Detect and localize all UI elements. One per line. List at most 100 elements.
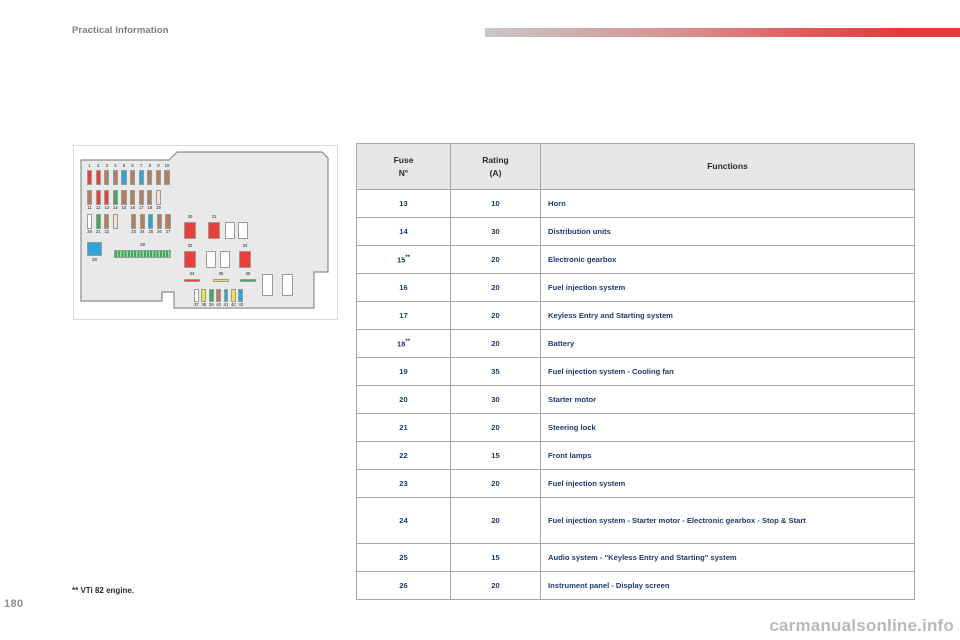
relay-36 (240, 279, 256, 283)
column-header-rating-line1: Rating (482, 155, 509, 166)
fuse-slot-42 (231, 289, 236, 302)
cell-functions: Electronic gearbox (540, 245, 915, 274)
relay-label-31: 31 (211, 214, 217, 219)
cell-functions: Front lamps (540, 441, 915, 470)
cell-fuse-number: 17 (356, 301, 451, 330)
page-number: 180 (4, 598, 24, 610)
cell-functions: Distribution units (540, 217, 915, 246)
cell-rating: 20 (450, 413, 541, 442)
fuse-slot-6 (130, 170, 136, 185)
cell-fuse-number: 24 (356, 497, 451, 544)
relay-34 (184, 279, 200, 283)
cell-functions: Instrument panel - Display screen (540, 571, 915, 600)
relay-slot-empty-3 (206, 251, 216, 268)
relay-29 (114, 250, 171, 258)
fuse-slot-5 (121, 170, 127, 185)
table-row: 17 20 Keyless Entry and Starting system (356, 301, 915, 330)
column-header-functions: Functions (540, 143, 915, 190)
cell-rating: 10 (450, 189, 541, 218)
fuse-slot-19 (155, 190, 161, 205)
cell-fuse-number: 16 (356, 273, 451, 302)
cell-rating: 35 (450, 357, 541, 386)
fuse-slot-2 (95, 170, 101, 185)
fuse-slot-27 (165, 214, 171, 229)
fuse-slot-38 (201, 289, 207, 302)
cell-fuse-number: 13 (356, 189, 451, 218)
relay-28 (87, 242, 102, 256)
cell-functions: Starter motor (540, 385, 915, 414)
cell-functions: Fuel injection system - Starter motor - … (540, 497, 915, 544)
fuse-slot-41 (223, 289, 229, 302)
relay-33 (239, 251, 251, 268)
fuse-slot-37 (194, 289, 199, 302)
fuse-slot-1 (87, 170, 93, 185)
fuse-label-10: 10 (164, 162, 170, 168)
table-row: 25 15 Audio system - "Keyless Entry and St… (356, 543, 915, 572)
fuse-slot-9 (155, 170, 161, 185)
column-header-rating: Rating (A) (450, 143, 541, 190)
fuse-slot-8 (147, 170, 153, 185)
relay-32 (184, 251, 196, 268)
cell-functions: Fuel injection system (540, 273, 915, 302)
cell-rating: 15 (450, 441, 541, 470)
fuse-slot-4 (112, 170, 118, 185)
cell-rating: 30 (450, 217, 541, 246)
cell-functions: Audio system - "Keyless Entry and Starti… (540, 543, 915, 572)
cell-fuse-number: 20 (356, 385, 451, 414)
table-row: 18** 20 Battery (356, 329, 915, 358)
table-header-row: Fuse N° Rating (A) Functions (356, 143, 915, 190)
footnote: ** VTi 82 engine. (72, 586, 135, 595)
table-row: 24 20 Fuel injection system - Starter moto… (356, 497, 915, 544)
cell-rating: 20 (450, 245, 541, 274)
fuse-label-19: 19 (156, 204, 161, 210)
fuse-slot-7 (138, 170, 144, 185)
table-row: 21 20 Steering lock (356, 413, 915, 442)
fuse-slot-11 (87, 190, 93, 205)
column-header-fuse-line2: N° (398, 167, 409, 178)
cell-fuse-number: 15** (356, 245, 451, 274)
table-row: 23 20 Fuel injection system (356, 469, 915, 498)
fuse-slot-43 (238, 289, 244, 302)
fuse-label-27: 27 (165, 228, 171, 234)
column-header-rating-line2: (A) (489, 167, 502, 178)
table-row: 14 30 Distribution units (356, 217, 915, 246)
fuse-slot-23 (131, 214, 137, 229)
fuse-slot-15 (121, 190, 127, 205)
fuse-slot-25 (148, 214, 154, 229)
cell-fuse-number: 21 (356, 413, 451, 442)
cell-fuse-number: 19 (356, 357, 451, 386)
page-header: Practical Information (0, 0, 960, 52)
cell-functions: Battery (540, 329, 915, 358)
page-title: Practical Information (72, 25, 169, 36)
relay-label-36: 36 (245, 271, 251, 276)
cell-functions: Fuel injection system (540, 469, 915, 498)
cell-rating: 20 (450, 301, 541, 330)
column-header-fuse-line1: Fuse (393, 155, 414, 166)
cell-rating: 20 (450, 329, 541, 358)
relay-slot-empty-2 (238, 222, 248, 239)
header-accent-rule (485, 28, 960, 37)
fuse-label-43: 43 (238, 301, 244, 307)
fuse-slot-17 (138, 190, 144, 205)
fuse-slot-20 (87, 214, 93, 229)
fuse-box-figure: 1 2 3 4 5 6 7 8 9 10 11 12 13 14 15 16 17 18 19 20 21 22 23 24 2… (73, 145, 338, 320)
site-watermark: carmanualsonline.info (769, 616, 954, 635)
relay-slot-empty-4 (220, 251, 230, 268)
cell-functions: Keyless Entry and Starting system (540, 301, 915, 330)
relay-label-35: 35 (218, 271, 224, 276)
relay-31 (208, 222, 220, 239)
footnote-marker: ** (405, 254, 411, 261)
cell-rating: 15 (450, 543, 541, 572)
cell-fuse-number: 14 (356, 217, 451, 246)
relay-label-29: 29 (140, 242, 145, 247)
table-row: 26 20 Instrument panel - Display screen (356, 571, 915, 600)
fuse-slot-12 (95, 190, 101, 205)
fuse-slot-10 (164, 170, 170, 185)
fuse-slot-21 (95, 214, 101, 229)
fuse-slot-40 (216, 289, 221, 302)
table-row: 19 35 Fuel injection system - Cooling fan (356, 357, 915, 386)
fuse-slot-18 (147, 190, 153, 205)
relay-slot-empty-5 (262, 274, 273, 296)
relay-label-30: 30 (187, 214, 193, 219)
fuse-rating-table: Fuse N° Rating (A) Functions 13 10 Horn 14 3… (356, 143, 915, 600)
